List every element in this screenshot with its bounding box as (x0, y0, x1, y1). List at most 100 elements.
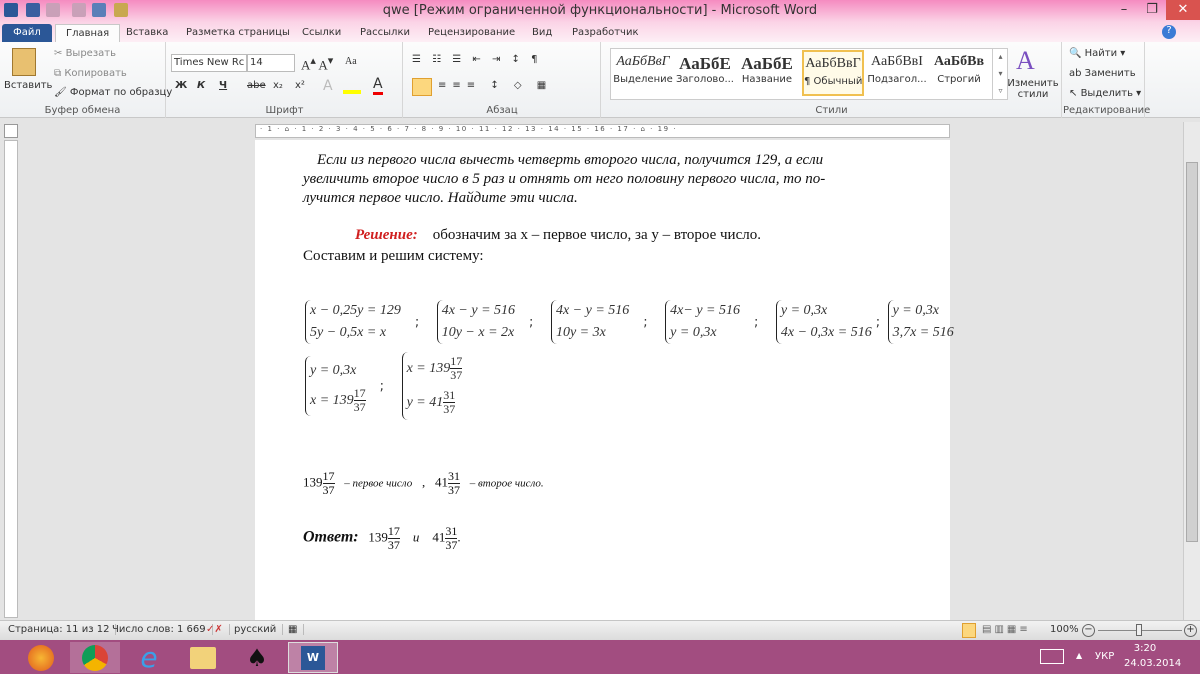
format-painter-button[interactable]: 🖌 Формат по образцу (54, 87, 172, 98)
style-title[interactable]: АаБбЕ Название (736, 50, 798, 96)
clipboard-group: Вставить ✂ Вырезать ⧉ Копировать 🖌 Форма… (0, 42, 172, 118)
word-taskbar-icon[interactable]: W (288, 642, 338, 673)
copy-label: Копировать (64, 68, 127, 79)
style-emphasis[interactable]: АаБбВвГ Выделение (612, 50, 674, 96)
text-effects-icon[interactable]: A (323, 78, 333, 94)
system-5: y = 0,3x 4x − 0,3x = 516 (775, 300, 872, 344)
style-preview: АаБбЕ (741, 54, 793, 73)
firefox-icon[interactable] (16, 642, 66, 673)
superscript-button[interactable]: x² (295, 80, 305, 91)
print-layout-view-button[interactable] (962, 623, 976, 638)
clock-date[interactable]: 24.03.2014 (1124, 658, 1181, 669)
tab-file[interactable]: Файл (2, 24, 52, 43)
copy-button[interactable]: ⧉ Копировать (54, 68, 127, 79)
window-title: qwe [Режим ограниченной функциональности… (382, 3, 818, 18)
system-6: y = 0,3x 3,7x = 516 (887, 300, 954, 344)
show-hidden-icons[interactable]: ▲ (1076, 651, 1082, 660)
file-explorer-icon[interactable] (178, 642, 228, 673)
tab-view[interactable]: Вид (522, 24, 562, 43)
font-name-select[interactable]: Times New Rc (171, 54, 247, 72)
styles-group: АаБбВвГ Выделение АаБбЕ Заголово... АаБбЕ Н… (602, 42, 1062, 118)
paragraph-group: ☰ ☷ ☰ ⇤ ⇥ ↕ ¶ ≡≡≡ ↕ ◇ ▦ Абзац (404, 42, 601, 118)
change-styles-button[interactable]: Изменить стили (1006, 78, 1060, 100)
minimize-button[interactable]: – (1110, 0, 1138, 20)
replace-button[interactable]: ab Заменить (1069, 68, 1136, 79)
taskbar: e ♠ W ▲ УКР 3:20 24.03.2014 (0, 640, 1200, 674)
problem-line-3: лучится первое число. Найдите эти числа. (303, 190, 578, 206)
zoom-level[interactable]: 100% (1050, 624, 1079, 635)
input-language[interactable]: УКР (1095, 651, 1114, 662)
zoom-in-button[interactable]: + (1184, 624, 1197, 637)
tab-review[interactable]: Рецензирование (418, 24, 525, 43)
style-strong[interactable]: АаБбВв Строгий (928, 50, 990, 96)
find-button[interactable]: 🔍 Найти ▾ (1069, 48, 1125, 59)
style-name: Название (741, 74, 793, 85)
style-preview: АаБбВв (933, 54, 985, 69)
grow-font-button[interactable]: A▴ A▾ (301, 54, 333, 73)
horizontal-ruler[interactable]: · 1 · ⌂ · 1 · 2 · 3 · 4 · 5 · 6 · 7 · 8 … (255, 124, 950, 138)
tab-mailings[interactable]: Рассылки (350, 24, 420, 43)
highlight-icon[interactable] (343, 80, 361, 94)
separator: ; (643, 314, 648, 330)
close-button[interactable]: ✕ (1166, 0, 1200, 20)
select-button[interactable]: ↖ Выделить ▾ (1069, 88, 1141, 99)
macro-icon[interactable]: ▦ (282, 624, 305, 635)
tab-home[interactable]: Главная (55, 24, 121, 43)
paragraph-group-label: Абзац (486, 105, 518, 116)
system-1: x − 0,25y = 129 5y − 0,5x = x (305, 300, 401, 344)
clipboard-group-label: Буфер обмена (44, 105, 121, 116)
alignment-buttons[interactable]: ≡≡≡ ↕ ◇ ▦ (438, 80, 552, 91)
strikethrough-button[interactable]: abe (247, 80, 266, 91)
style-preview: АаБбЕ (679, 54, 731, 73)
zoom-slider-thumb[interactable] (1136, 624, 1142, 636)
chrome-icon[interactable] (70, 642, 120, 673)
list-buttons[interactable]: ☰ ☷ ☰ ⇤ ⇥ ↕ ¶ (412, 54, 541, 65)
clock-time[interactable]: 3:20 (1128, 643, 1162, 654)
tab-page-layout[interactable]: Разметка страницы (176, 24, 300, 43)
style-heading[interactable]: АаБбЕ Заголово... (674, 50, 736, 96)
style-subtitle[interactable]: АаБбВвІ Подзагол... (866, 50, 928, 96)
vertical-ruler[interactable] (4, 140, 18, 618)
tab-references[interactable]: Ссылки (292, 24, 351, 43)
keyboard-icon[interactable] (1040, 649, 1064, 664)
font-color-icon[interactable]: A (373, 76, 383, 95)
compose-line: Составим и решим систему: (303, 248, 484, 264)
word-count[interactable]: Число слов: 1 669 (106, 624, 213, 635)
change-case-button[interactable]: Aa (345, 56, 357, 67)
align-left-button[interactable] (412, 78, 432, 96)
system-4: 4x− y = 516 y = 0,3x (665, 300, 740, 344)
vertical-scrollbar[interactable] (1183, 122, 1200, 620)
tab-selector[interactable] (4, 124, 18, 138)
help-icon[interactable]: ? (1162, 25, 1176, 39)
restore-button[interactable]: ❐ (1138, 0, 1166, 20)
italic-button[interactable]: К (197, 80, 205, 91)
subscript-button[interactable]: x₂ (273, 80, 283, 91)
language[interactable]: русский (228, 624, 284, 635)
editing-group: 🔍 Найти ▾ ab Заменить ↖ Выделить ▾ Редак… (1063, 42, 1150, 118)
document-page[interactable]: Если из первого числа вычесть четверть в… (255, 140, 954, 620)
tab-insert[interactable]: Вставка (116, 24, 178, 43)
underline-button[interactable]: Ч (219, 80, 227, 91)
style-normal[interactable]: АаБбВвГ ¶ Обычный (802, 50, 864, 96)
page-count[interactable]: Страница: 11 из 12 (2, 624, 117, 635)
problem-line-2: увеличить второе число в 5 раз и отнять … (303, 171, 826, 187)
bold-button[interactable]: Ж (175, 80, 187, 91)
tab-developer[interactable]: Разработчик (562, 24, 649, 43)
scrollbar-thumb[interactable] (1186, 162, 1198, 542)
system-8: x = 139 17 37 y = 41 31 37 (401, 352, 463, 420)
proofing-icon[interactable]: ✓✗ (200, 624, 230, 635)
view-buttons[interactable]: ▤▥▦≡ (982, 624, 1031, 635)
problem-line-1: Если из первого числа вычесть четверть в… (317, 152, 824, 168)
solution-text: обозначим за x – первое число, за y – вт… (432, 227, 761, 243)
inkscape-icon[interactable]: ♠ (232, 642, 282, 673)
cut-button[interactable]: ✂ Вырезать (54, 48, 116, 59)
paste-button[interactable]: Вставить (4, 80, 52, 91)
zoom-out-button[interactable]: − (1082, 624, 1095, 637)
style-name: Выделение (613, 74, 673, 85)
title-bar: qwe [Режим ограниченной функциональности… (0, 0, 1200, 22)
internet-explorer-icon[interactable]: e (124, 641, 174, 674)
change-styles-icon: A (1016, 46, 1035, 75)
font-size-select[interactable]: 14 (247, 54, 295, 72)
system-7: y = 0,3x x = 139 17 37 (305, 356, 366, 416)
replace-label: Заменить (1084, 68, 1136, 79)
